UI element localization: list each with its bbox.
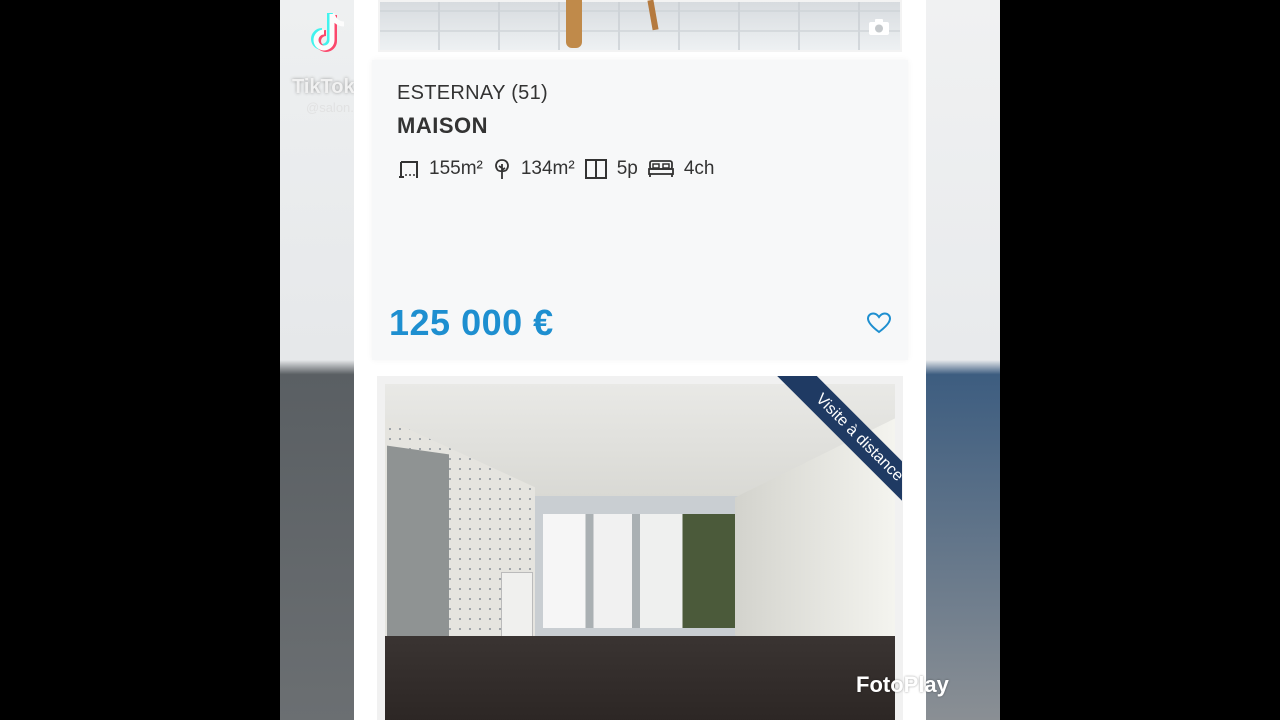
fotoplay-watermark: FotoPlay: [856, 672, 949, 697]
tiktok-logo-icon: [311, 13, 345, 52]
floor-tiles: [380, 2, 900, 50]
chair-leg: [566, 0, 582, 48]
spec-bedrooms-value: 4ch: [683, 158, 715, 179]
blurred-background-right: [926, 0, 1000, 720]
listing-city: ESTERNAY (51): [397, 82, 548, 104]
room-window: [535, 496, 745, 636]
spec-bedrooms: 4ch: [647, 158, 715, 180]
spec-surface-value: 155m²: [429, 158, 483, 179]
tiktok-wordmark: TikTok: [292, 76, 355, 98]
spec-land-value: 134m²: [520, 158, 575, 179]
room-floor: [385, 636, 895, 720]
tree-icon: [495, 159, 509, 179]
rooms-icon: [584, 159, 607, 179]
listing-specs: 155m² 134m² 5p 4ch: [397, 156, 725, 182]
spec-rooms: 5p: [584, 158, 638, 180]
listing-price: 125 000 €: [389, 302, 554, 343]
room-radiator: [501, 572, 533, 644]
spec-rooms-value: 5p: [616, 158, 638, 179]
remote-visit-label: Visite à distance: [768, 376, 902, 510]
heart-icon[interactable]: [866, 311, 892, 335]
camera-icon[interactable]: [868, 18, 890, 36]
spec-surface: 155m²: [397, 158, 483, 180]
spec-land: 134m²: [493, 158, 575, 180]
bed-icon: [647, 160, 674, 177]
listing-photo-previous[interactable]: [378, 0, 902, 52]
listing-property-type: MAISON: [397, 113, 488, 138]
tiktok-username: @salon...: [306, 100, 362, 115]
surface-icon: [399, 161, 418, 178]
remote-visit-ribbon: Visite à distance: [768, 376, 902, 510]
